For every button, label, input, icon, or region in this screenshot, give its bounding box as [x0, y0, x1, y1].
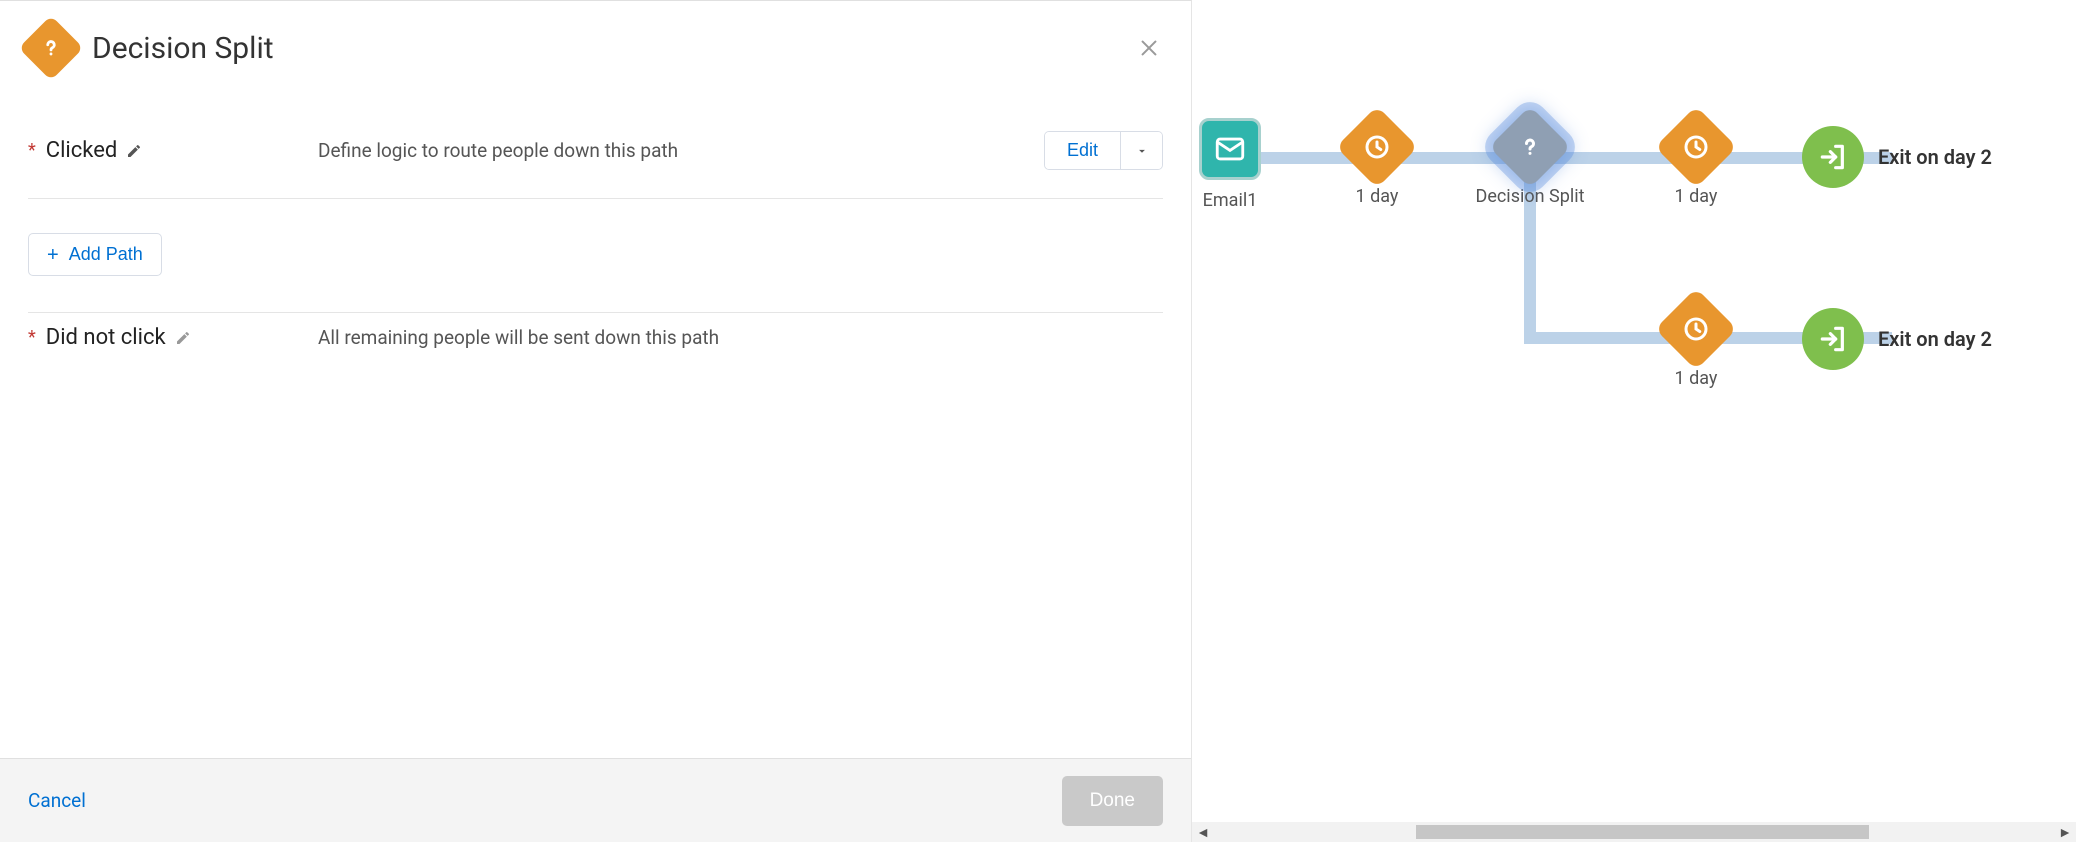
path-row-did-not-click: * Did not click All remaining people wil… — [28, 313, 1163, 378]
pencil-icon[interactable] — [174, 329, 192, 347]
exit-node-2[interactable]: Exit on day 2 — [1802, 308, 1992, 370]
path-desc: Define logic to route people down this p… — [318, 139, 1044, 162]
edit-button[interactable]: Edit — [1045, 132, 1120, 169]
exit-icon — [1802, 126, 1864, 188]
path-name: Did not click — [46, 325, 166, 350]
panel-footer: Cancel Done — [0, 758, 1191, 842]
question-icon — [1489, 106, 1571, 188]
edit-button-group: Edit — [1044, 131, 1163, 170]
wait-node-2[interactable]: 1 day — [1636, 118, 1756, 207]
done-button[interactable]: Done — [1062, 776, 1163, 826]
panel-title: Decision Split — [92, 31, 274, 66]
pencil-icon[interactable] — [125, 142, 143, 160]
node-label: Decision Split — [1476, 186, 1585, 207]
clock-icon — [1655, 288, 1737, 370]
email-icon — [1199, 118, 1261, 180]
email-node[interactable]: Email1 — [1192, 118, 1290, 211]
plus-icon: + — [47, 245, 59, 265]
decision-split-panel: Decision Split * Clicked — [0, 0, 1192, 842]
path-row-clicked: * Clicked Define logic to route people d… — [28, 119, 1163, 198]
add-path-label: Add Path — [69, 244, 143, 265]
panel-header: Decision Split — [28, 25, 1163, 71]
journey-canvas[interactable]: Email1 1 day — [1192, 0, 2076, 842]
node-label: Email1 — [1203, 190, 1258, 211]
decision-icon — [18, 15, 83, 80]
cancel-button[interactable]: Cancel — [28, 789, 86, 812]
scrollbar-thumb[interactable] — [1416, 825, 1870, 839]
scrollbar-track[interactable] — [1214, 822, 2054, 842]
decision-split-node[interactable]: Decision Split — [1470, 118, 1590, 207]
wait-node-3[interactable]: 1 day — [1636, 300, 1756, 389]
node-label: 1 day — [1356, 186, 1399, 207]
wait-node-1[interactable]: 1 day — [1317, 118, 1437, 207]
exit-node-1[interactable]: Exit on day 2 — [1802, 126, 1992, 188]
edit-dropdown-caret[interactable] — [1120, 132, 1162, 169]
horizontal-scrollbar[interactable]: ◄ ► — [1192, 822, 2076, 842]
node-label: Exit on day 2 — [1878, 327, 1992, 351]
node-label: 1 day — [1675, 186, 1718, 207]
required-star: * — [28, 140, 36, 161]
exit-icon — [1802, 308, 1864, 370]
clock-icon — [1655, 106, 1737, 188]
path-name: Clicked — [46, 138, 118, 163]
node-label: Exit on day 2 — [1878, 145, 1992, 169]
add-path-button[interactable]: + Add Path — [28, 233, 162, 276]
path-desc: All remaining people will be sent down t… — [318, 326, 1163, 349]
clock-icon — [1336, 106, 1418, 188]
required-star: * — [28, 327, 36, 348]
scroll-right-arrow[interactable]: ► — [2054, 824, 2076, 841]
node-label: 1 day — [1675, 368, 1718, 389]
close-icon[interactable] — [1135, 34, 1163, 62]
scroll-left-arrow[interactable]: ◄ — [1192, 824, 1214, 841]
